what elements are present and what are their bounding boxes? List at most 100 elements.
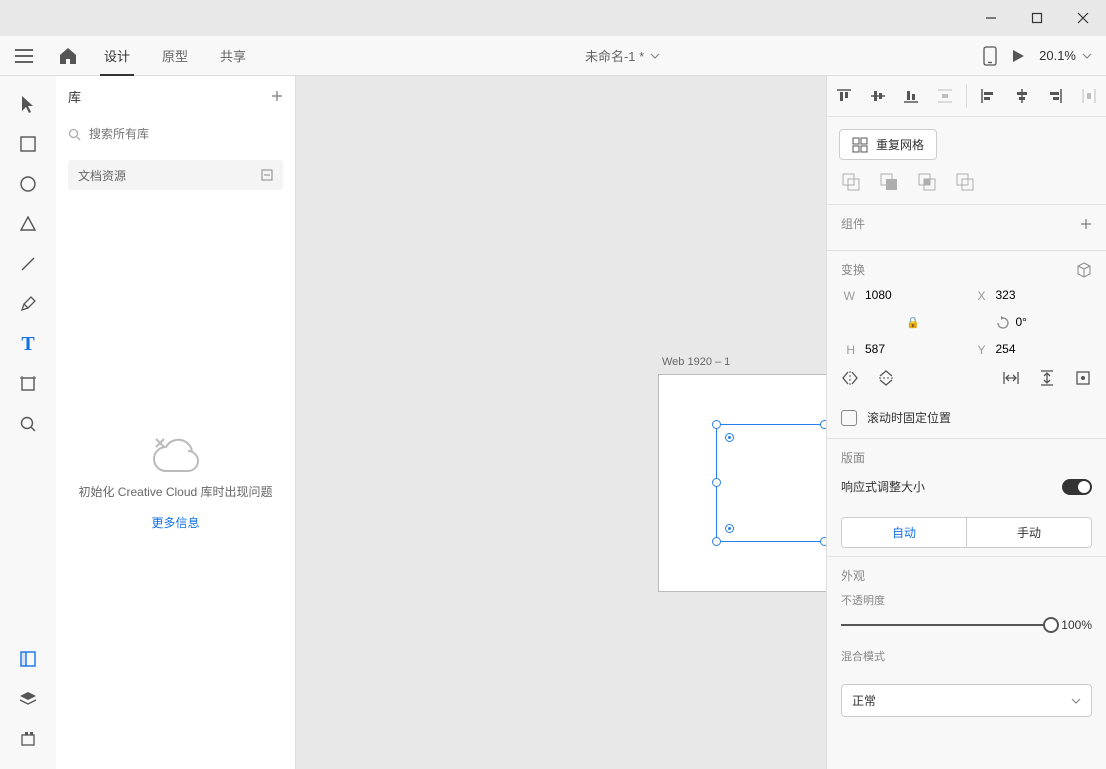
tab-share[interactable]: 共享 <box>204 36 262 76</box>
window-maximize-button[interactable] <box>1014 0 1060 36</box>
x-input[interactable] <box>996 286 1056 305</box>
hamburger-menu-button[interactable] <box>0 36 48 76</box>
distribute-h-button[interactable] <box>1077 84 1101 108</box>
home-button[interactable] <box>48 36 88 76</box>
grid-icon <box>852 137 868 153</box>
align-left-button[interactable] <box>976 84 1000 108</box>
blend-mode-select[interactable]: 正常 <box>841 684 1092 717</box>
boolean-union-button[interactable] <box>841 172 861 192</box>
responsive-resize-toggle[interactable] <box>1062 479 1092 495</box>
tab-design[interactable]: 设计 <box>88 36 146 76</box>
polygon-tool[interactable] <box>8 204 48 244</box>
components-label: 组件 <box>841 215 865 232</box>
rectangle-tool[interactable] <box>8 124 48 164</box>
opacity-slider-thumb[interactable] <box>1043 617 1059 633</box>
distribute-v-button[interactable] <box>933 84 957 108</box>
play-preview-button[interactable] <box>1011 49 1025 63</box>
layout-label: 版面 <box>841 449 865 466</box>
canvas[interactable]: Web 1920 – 1 <box>296 76 826 769</box>
chevron-down-icon <box>1071 698 1081 704</box>
zoom-value: 20.1% <box>1039 48 1076 63</box>
corner-radius-handle-bl[interactable] <box>725 524 734 533</box>
width-input[interactable] <box>865 286 925 305</box>
width-label: W <box>841 289 855 303</box>
boolean-subtract-button[interactable] <box>879 172 899 192</box>
cloud-error-icon <box>152 437 200 469</box>
tab-prototype[interactable]: 原型 <box>146 36 204 76</box>
library-search[interactable] <box>56 116 295 152</box>
add-library-button[interactable] <box>271 90 283 102</box>
align-top-button[interactable] <box>832 84 856 108</box>
rotation-input[interactable] <box>1016 313 1056 332</box>
rotation-icon <box>996 316 1010 330</box>
plugins-panel-button[interactable] <box>8 719 48 759</box>
artboard-tool[interactable] <box>8 364 48 404</box>
repeat-grid-button[interactable]: 重复网格 <box>839 129 937 160</box>
opacity-slider[interactable] <box>841 624 1051 626</box>
add-component-button[interactable] <box>1080 218 1092 230</box>
library-panel: 库 文档资源 初始化 Creative Cloud 库时出现问题 更多信息 <box>56 76 296 769</box>
cube-3d-icon[interactable] <box>1076 262 1092 278</box>
mode-tabs: 设计 原型 共享 <box>88 36 262 76</box>
align-hcenter-button[interactable] <box>1010 84 1034 108</box>
fix-position-label: 滚动时固定位置 <box>867 409 951 426</box>
hug-width-button[interactable] <box>1002 369 1020 387</box>
align-right-button[interactable] <box>1043 84 1067 108</box>
lock-aspect-icon[interactable]: 🔒 <box>865 316 962 329</box>
fix-position-row[interactable]: 滚动时固定位置 <box>827 401 1106 438</box>
pen-tool[interactable] <box>8 284 48 324</box>
device-preview-button[interactable] <box>983 46 997 66</box>
resize-handle-bm[interactable] <box>820 537 826 546</box>
resize-manual-button[interactable]: 手动 <box>966 518 1091 547</box>
corner-radius-handle-tl[interactable] <box>725 433 734 442</box>
document-title-text: 未命名-1 * <box>585 46 644 65</box>
align-vcenter-button[interactable] <box>866 84 890 108</box>
boolean-intersect-button[interactable] <box>917 172 937 192</box>
repeat-grid-label: 重复网格 <box>876 136 924 153</box>
zoom-control[interactable]: 20.1% <box>1039 48 1092 63</box>
library-section-document-assets[interactable]: 文档资源 <box>68 160 283 190</box>
resize-handle-tl[interactable] <box>712 420 721 429</box>
responsive-resize-label: 响应式调整大小 <box>841 478 925 495</box>
transform-label: 变换 <box>841 261 865 278</box>
library-more-info-link[interactable]: 更多信息 <box>151 514 199 531</box>
y-label: Y <box>972 343 986 357</box>
fixed-size-button[interactable] <box>1074 369 1092 387</box>
zoom-tool[interactable] <box>8 404 48 444</box>
blend-mode-label: 混合模式 <box>841 648 1092 664</box>
library-search-input[interactable] <box>89 127 283 141</box>
selected-rectangle[interactable] <box>716 424 826 542</box>
layers-panel-button[interactable] <box>8 679 48 719</box>
fix-position-checkbox[interactable] <box>841 410 857 426</box>
window-minimize-button[interactable] <box>968 0 1014 36</box>
flip-horizontal-button[interactable] <box>841 369 859 387</box>
flip-vertical-button[interactable] <box>877 369 895 387</box>
resize-auto-button[interactable]: 自动 <box>842 518 966 547</box>
collapse-icon <box>261 169 273 181</box>
window-titlebar <box>0 0 1106 36</box>
libraries-panel-button[interactable] <box>8 639 48 679</box>
artboard-name[interactable]: Web 1920 – 1 <box>662 356 730 368</box>
document-title[interactable]: 未命名-1 * <box>262 46 983 65</box>
boolean-exclude-button[interactable] <box>955 172 975 192</box>
chevron-down-icon <box>1082 53 1092 59</box>
resize-handle-ml[interactable] <box>712 478 721 487</box>
align-bottom-button[interactable] <box>899 84 923 108</box>
resize-handle-tm[interactable] <box>820 420 826 429</box>
library-empty-state: 初始化 Creative Cloud 库时出现问题 更多信息 <box>56 198 295 769</box>
select-tool[interactable] <box>8 84 48 124</box>
y-input[interactable] <box>996 340 1056 359</box>
resize-handle-bl[interactable] <box>712 537 721 546</box>
library-empty-message: 初始化 Creative Cloud 库时出现问题 <box>78 483 272 500</box>
ellipse-tool[interactable] <box>8 164 48 204</box>
appearance-section: 外观 不透明度 100% 混合模式 <box>827 556 1106 678</box>
hug-height-button[interactable] <box>1038 369 1056 387</box>
library-title: 库 <box>68 87 81 106</box>
opacity-value: 100% <box>1061 618 1092 632</box>
window-close-button[interactable] <box>1060 0 1106 36</box>
text-tool[interactable]: T <box>8 324 48 364</box>
height-input[interactable] <box>865 340 925 359</box>
line-tool[interactable] <box>8 244 48 284</box>
properties-panel: 重复网格 组件 变换 W X 🔒 <box>826 76 1106 769</box>
top-bar: 设计 原型 共享 未命名-1 * 20.1% <box>0 36 1106 76</box>
